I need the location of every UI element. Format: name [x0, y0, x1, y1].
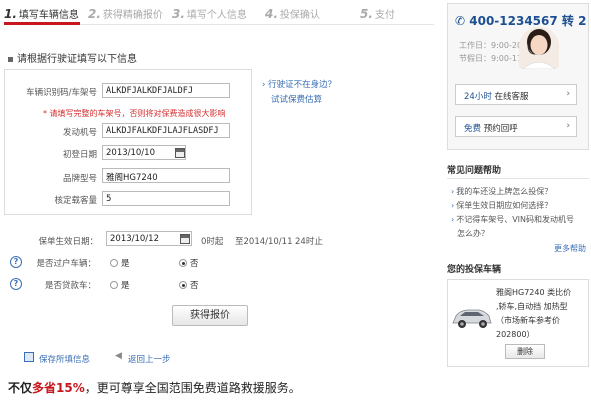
step-label: 投保确认: [279, 10, 320, 21]
step-label: 支付: [374, 10, 395, 21]
reg-date-label: 初登日期: [62, 150, 97, 160]
online-service-button[interactable]: 24小时 在线客服 ›: [455, 84, 577, 105]
step-5: 5. 支付: [360, 6, 395, 22]
engine-number-input[interactable]: ALKDJFALKDFJLAJFLASDFJ: [102, 123, 230, 138]
seats-label: 核定载客量: [54, 196, 97, 206]
chevron-right-icon: ›: [262, 80, 266, 90]
faq-item-cont[interactable]: 怎么办？: [457, 228, 489, 239]
bullet-icon: ›: [451, 201, 455, 210]
vin-input[interactable]: ALKDFJALKDFJALDFJ: [102, 83, 230, 98]
online-label: 在线客服: [494, 92, 529, 102]
callback-button[interactable]: 免费 预约回呼 ›: [455, 116, 577, 137]
model-label: 品牌型号: [62, 174, 97, 184]
chevron-right-icon: ›: [566, 121, 570, 131]
step-3: 3. 填写个人信息: [172, 6, 247, 22]
transfer-no-radio[interactable]: [179, 259, 187, 267]
car-desc-line: （市场新车参考价: [496, 316, 560, 325]
phone-number: 400-1234567: [469, 14, 558, 28]
back-arrow-icon: ◀: [115, 351, 122, 361]
vin-label: 车辆识别码/车架号: [26, 88, 97, 98]
bullet-icon: ›: [451, 215, 455, 224]
more-help-link[interactable]: 更多帮助: [554, 243, 586, 254]
transfer-yes-radio[interactable]: [110, 259, 118, 267]
step-number: 1.: [4, 7, 17, 21]
help-question-icon[interactable]: ?: [10, 278, 22, 290]
hotline: ✆ 400-1234567 转 2: [455, 12, 586, 29]
phone-ext: 转 2: [561, 14, 587, 28]
chevron-right-icon: ›: [566, 89, 570, 99]
my-car-title: 您的投保车辆: [447, 265, 502, 275]
step-number: 3.: [172, 7, 185, 21]
car-desc-line: ,轿车,自动挡 加热型: [496, 302, 568, 311]
bullet-icon: [8, 56, 13, 62]
estimate-link[interactable]: 试试保费估算: [271, 93, 322, 105]
transfer-label: 是否过户车辆：: [36, 259, 96, 269]
faq-text: 我的车还没上牌怎么投保？: [456, 187, 553, 196]
loan-label: 是否贷款车：: [44, 281, 96, 291]
calendar-icon[interactable]: [175, 148, 185, 158]
step-1: 1. 填写车辆信息: [4, 6, 79, 22]
divider: [447, 178, 589, 179]
step-label: 填写车辆信息: [18, 10, 79, 21]
faq-text: 不记得车架号、VIN码和发动机号: [456, 215, 575, 224]
loan-yes-radio[interactable]: [110, 281, 118, 289]
save-link[interactable]: 保存所填信息: [39, 353, 90, 365]
online-prefix: 24小时: [464, 92, 492, 102]
car-image: [451, 305, 493, 331]
faq-item[interactable]: › 不记得车架号、VIN码和发动机号: [451, 214, 574, 225]
section-title-text: 请根据行驶证填写以下信息: [17, 54, 137, 65]
delete-car-button[interactable]: 删除: [505, 344, 545, 359]
faq-item[interactable]: › 保单生效日期应如何选择？: [451, 200, 552, 211]
bullet-icon: ›: [451, 187, 455, 196]
help-question-icon[interactable]: ?: [10, 256, 22, 268]
promo-highlight: 多省15%: [32, 381, 85, 395]
step-label: 获得精确报价: [102, 10, 163, 21]
back-link[interactable]: 返回上一步: [128, 353, 171, 365]
engine-label: 发动机号: [62, 128, 97, 138]
car-desc-line: 202800）: [496, 330, 535, 339]
policy-start-label: 保单生效日期：: [38, 237, 98, 247]
loan-no-label: 否: [190, 281, 199, 291]
start-hour: 0时起: [201, 237, 224, 247]
get-quote-button[interactable]: 获得报价: [172, 305, 248, 326]
transfer-yes-label: 是: [121, 259, 130, 269]
step-label: 填写个人信息: [186, 10, 247, 21]
faq-item[interactable]: › 我的车还没上牌怎么投保？: [451, 186, 552, 197]
faq-title: 常见问题帮助: [447, 166, 502, 176]
promo-text: 不仅多省15%，更可尊享全国范围免费道路救援服务。: [8, 379, 301, 396]
vin-warning: * 请填写完整的车架号，否则将对保费造成很大影响: [43, 109, 226, 118]
step-number: 4.: [265, 7, 278, 21]
save-icon: [24, 352, 34, 362]
loan-no-radio[interactable]: [179, 281, 187, 289]
calendar-icon[interactable]: [180, 234, 190, 244]
active-step-indicator: [4, 22, 80, 25]
no-license-link[interactable]: › 行驶证不在身边？: [262, 78, 336, 90]
promo-rest: ，更可尊享全国范围免费道路救援服务。: [84, 381, 301, 395]
step-number: 5.: [360, 7, 373, 21]
end-hour: 24时止: [295, 237, 323, 247]
no-license-text: 行驶证不在身边？: [268, 80, 337, 90]
loan-yes-label: 是: [121, 281, 130, 291]
car-desc-line: 雅阁HG7240 类比价: [496, 288, 572, 297]
step-4: 4. 投保确认: [265, 6, 320, 22]
callback-label: 预约回呼: [483, 124, 518, 134]
policy-end-date: 至2014/10/11: [235, 237, 293, 247]
model-input[interactable]: 雅阁HG7240: [102, 168, 230, 183]
phone-icon: ✆: [455, 14, 466, 28]
promo-prefix: 不仅: [8, 381, 33, 395]
agent-avatar: [519, 27, 559, 69]
section-title: 请根据行驶证填写以下信息: [8, 50, 137, 65]
faq-text: 保单生效日期应如何选择？: [456, 201, 553, 210]
step-2: 2. 获得精确报价: [88, 6, 163, 22]
callback-prefix: 免费: [464, 124, 482, 134]
seats-input[interactable]: 5: [102, 191, 230, 206]
step-number: 2.: [88, 7, 101, 21]
transfer-no-label: 否: [190, 259, 199, 269]
reg-date-input[interactable]: 2013/10/10: [102, 145, 186, 160]
